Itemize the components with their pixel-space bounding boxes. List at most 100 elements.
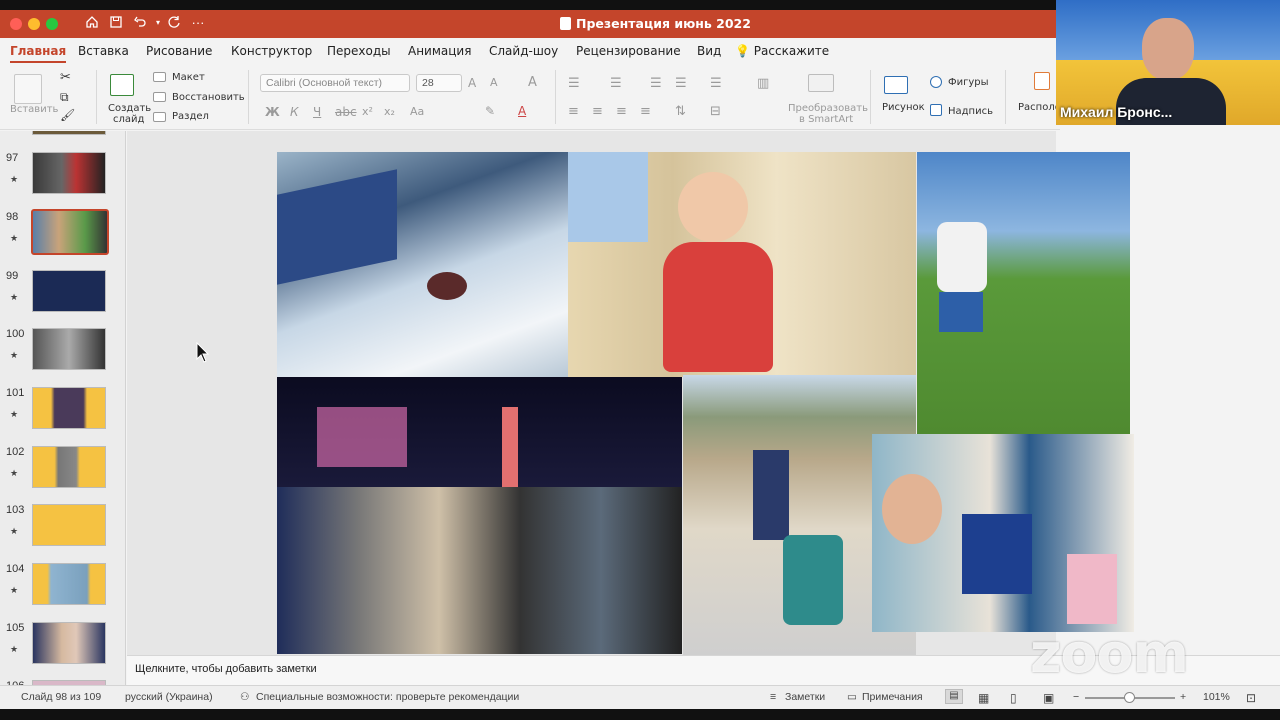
slide-sorter-icon[interactable]: ▦ [978,691,989,705]
increase-indent-icon[interactable]: ☰ [675,76,687,91]
notes-toggle-button[interactable]: Заметки [785,691,825,703]
highlight-icon[interactable]: ✎ [485,104,495,118]
numbering-icon[interactable]: ☰ [610,76,622,91]
convert-smartart-button[interactable]: Преобразовать [788,103,868,114]
comments-button[interactable]: Примечания [862,691,923,703]
slide-editing-canvas[interactable] [127,131,1134,655]
slide-item[interactable]: 101 ★ [0,387,125,445]
new-slide-button[interactable]: Создать [108,103,151,114]
columns-icon[interactable]: ▥ [757,76,769,91]
font-name-select[interactable]: Calibri (Основной текст) [260,74,410,92]
slide-thumbnail[interactable] [32,622,106,664]
paste-icon[interactable] [14,74,42,104]
slide-thumbnail[interactable] [32,152,106,194]
align-right-icon[interactable]: ≡ [616,104,627,119]
redo-icon[interactable] [166,15,182,31]
arrange-button[interactable]: Располо [1018,102,1061,113]
tab-review[interactable]: Рецензирование [576,44,681,58]
change-case-icon[interactable]: Aa [410,105,424,118]
slide-thumbnail[interactable] [32,446,106,488]
grow-font-icon[interactable]: A [468,76,476,90]
fit-slide-icon[interactable]: ⊡ [1246,691,1256,705]
format-painter-icon[interactable]: 🖌 [60,108,75,122]
undo-dropdown-icon[interactable]: ▾ [150,15,166,31]
zoom-participant-video[interactable]: Михаил Бронс... [1056,0,1280,125]
tab-view[interactable]: Вид [697,44,721,58]
maximize-window-button[interactable] [46,18,58,30]
slide-item[interactable]: 103 ★ [0,504,125,562]
slide-item[interactable]: 97 ★ [0,152,125,210]
save-icon[interactable] [108,15,124,31]
photo-baby-trevi-fountain[interactable] [568,152,916,377]
textbox-button[interactable]: Надпись [948,106,993,117]
decrease-indent-icon[interactable]: ☰ [650,76,662,91]
bold-icon[interactable]: Ж [265,105,280,119]
strikethrough-icon[interactable]: abc [335,105,357,119]
zoom-slider-handle[interactable] [1124,692,1135,703]
slideshow-view-icon[interactable]: ▣ [1043,691,1054,705]
home-icon[interactable] [84,15,100,31]
font-color-icon[interactable]: A [518,104,526,118]
tab-home[interactable]: Главная [10,44,67,63]
language-indicator[interactable]: русский (Украина) [125,691,213,703]
slide-thumbnail[interactable] [32,563,106,605]
zoom-out-button[interactable]: − [1073,691,1079,703]
text-direction-icon[interactable]: ⇅ [675,104,686,119]
close-window-button[interactable] [10,18,22,30]
bullets-icon[interactable]: ☰ [568,76,580,91]
photo-selfie-group[interactable] [872,434,1134,632]
photo-group-cruise-night[interactable] [277,377,682,654]
tab-slideshow[interactable]: Слайд-шоу [489,44,558,58]
more-icon[interactable]: ··· [190,15,206,31]
underline-icon[interactable]: Ч [313,105,321,119]
zoom-in-button[interactable]: + [1180,691,1186,703]
slide-thumbnail-96[interactable] [32,131,106,135]
slide-thumbnail[interactable] [32,328,106,370]
superscript-icon[interactable]: x² [362,105,373,118]
reset-button[interactable]: Восстановить [172,92,245,103]
justify-icon[interactable]: ≡ [640,104,651,119]
zoom-level[interactable]: 101% [1203,691,1230,703]
slide-thumbnail[interactable] [32,387,106,429]
copy-icon[interactable]: ⧉ [60,90,69,105]
slide-thumbnail[interactable] [32,270,106,312]
slide-item[interactable]: 102 ★ [0,446,125,504]
tab-design[interactable]: Конструктор [231,44,312,58]
tell-me-box[interactable]: 💡 Расскажите [735,44,829,58]
cut-icon[interactable]: ✂ [60,70,71,85]
slide-item[interactable]: 104 ★ [0,563,125,621]
slide-item[interactable]: 105 ★ [0,622,125,680]
slide-thumbnail[interactable] [32,504,106,546]
align-center-icon[interactable]: ≡ [592,104,603,119]
paste-button[interactable]: Вставить [10,104,58,115]
accessibility-status[interactable]: Специальные возможности: проверьте реком… [256,691,519,703]
subscript-icon[interactable]: x₂ [384,105,395,118]
photo-mini-golf-deck[interactable] [917,152,1130,434]
undo-icon[interactable] [132,15,148,31]
align-text-icon[interactable]: ⊟ [710,104,721,119]
slide-item[interactable]: 99 ★ [0,270,125,328]
minimize-window-button[interactable] [28,18,40,30]
separator [248,70,249,124]
shrink-font-icon[interactable]: A [490,76,498,89]
normal-view-icon[interactable]: ▤ [945,689,963,704]
shapes-button[interactable]: Фигуры [948,77,989,88]
picture-button[interactable]: Рисунок [882,102,925,113]
slide-item-selected[interactable]: 98 ★ [0,209,125,269]
layout-button[interactable]: Макет [172,72,205,83]
line-spacing-icon[interactable]: ☰ [710,76,722,91]
clear-format-icon[interactable]: A [528,75,537,90]
align-left-icon[interactable]: ≡ [568,104,579,119]
section-button[interactable]: Раздел [172,111,209,122]
reading-view-icon[interactable]: ▯ [1010,691,1017,705]
new-slide-icon[interactable] [110,74,134,96]
photo-flowrider-surfing[interactable] [277,152,569,377]
tab-insert[interactable]: Вставка [78,44,129,58]
italic-icon[interactable]: К [290,105,299,119]
tab-transitions[interactable]: Переходы [327,44,391,58]
tab-draw[interactable]: Рисование [146,44,212,58]
tab-animations[interactable]: Анимация [408,44,471,58]
slide-item[interactable]: 100 ★ [0,328,125,386]
font-size-select[interactable]: 28 [416,74,462,92]
slide-thumbnail[interactable] [31,209,109,255]
